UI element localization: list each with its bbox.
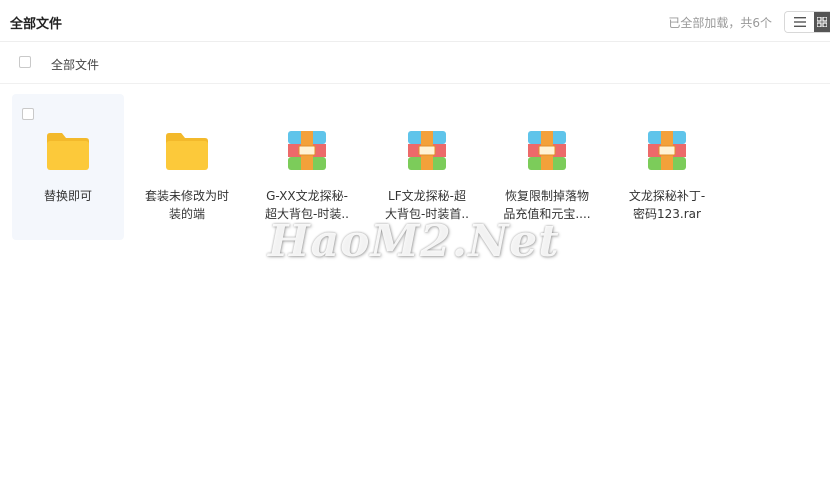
file-checkbox[interactable] xyxy=(22,108,34,120)
file-name: G-XX文龙探秘- 超大背包-时装.. xyxy=(265,189,349,221)
archive-icon xyxy=(648,131,686,170)
list-icon xyxy=(793,17,806,27)
select-all-checkbox[interactable] xyxy=(19,56,31,68)
list-view-button[interactable] xyxy=(785,12,815,32)
grid-icon xyxy=(817,17,828,27)
file-item[interactable]: 替换即可 xyxy=(12,94,124,240)
file-item[interactable]: 文龙探秘补丁- 密码123.rar xyxy=(611,94,723,240)
folder-icon xyxy=(47,133,89,170)
grid-view-button[interactable] xyxy=(814,12,830,32)
file-item[interactable]: LF文龙探秘-超 大背包-时装首.. xyxy=(371,94,483,240)
load-status: 已全部加载，共6个 xyxy=(668,16,772,30)
selection-toolbar: 全部文件 xyxy=(0,42,830,84)
file-item[interactable]: 恢复限制掉落物 品充值和元宝.... xyxy=(491,94,603,240)
archive-icon xyxy=(528,131,566,170)
top-bar: 全部文件 已全部加载，共6个 xyxy=(0,0,830,42)
file-name: 替换即可 xyxy=(43,189,92,203)
file-name: 套装未修改为时 装的端 xyxy=(144,189,229,221)
file-item[interactable]: 套装未修改为时 装的端 xyxy=(131,94,243,240)
file-name: 文龙探秘补丁- 密码123.rar xyxy=(628,189,706,221)
archive-icon xyxy=(288,131,326,170)
archive-icon xyxy=(408,131,446,170)
file-name: 恢复限制掉落物 品充值和元宝.... xyxy=(503,189,591,221)
select-all-label: 全部文件 xyxy=(51,58,100,72)
view-toggle xyxy=(784,11,830,33)
file-name: LF文龙探秘-超 大背包-时装首.. xyxy=(385,189,469,221)
folder-icon xyxy=(166,133,208,170)
page-title: 全部文件 xyxy=(10,17,63,32)
file-item[interactable]: G-XX文龙探秘- 超大背包-时装.. xyxy=(251,94,363,240)
